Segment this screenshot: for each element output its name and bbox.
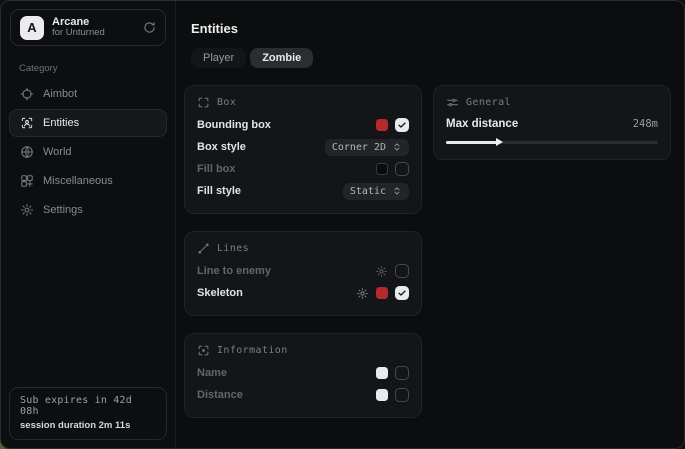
- max-distance-row: Max distance 248m: [446, 114, 658, 134]
- refresh-icon[interactable]: [143, 21, 156, 34]
- main-panel: Entities Player Zombie Box: [176, 1, 685, 448]
- setting-label: Fill style: [197, 185, 241, 197]
- app-logo: A: [20, 16, 44, 40]
- sidebar-item-label: Settings: [43, 204, 83, 216]
- color-swatch[interactable]: [376, 119, 388, 131]
- setting-label: Skeleton: [197, 287, 243, 299]
- sidebar-item-label: Entities: [43, 117, 79, 129]
- bounding-box-checkbox[interactable]: [395, 118, 409, 132]
- sidebar: A Arcane for Unturned Category Aimbot: [1, 1, 176, 448]
- globe-icon: [20, 145, 34, 159]
- setting-row-bounding-box: Bounding box: [197, 114, 409, 136]
- sidebar-item-aimbot[interactable]: Aimbot: [9, 80, 167, 108]
- sidebar-item-miscellaneous[interactable]: Miscellaneous: [9, 167, 167, 195]
- line-settings-gear-icon[interactable]: [375, 265, 388, 278]
- boxes-icon: [20, 174, 34, 188]
- sliders-icon: [446, 96, 459, 109]
- gear-icon: [20, 203, 34, 217]
- app-subtitle: for Unturned: [52, 28, 105, 39]
- dropdown-value: Static: [350, 186, 386, 197]
- setting-row-name: Name: [197, 362, 409, 384]
- max-distance-value: 248m: [633, 118, 658, 130]
- sidebar-nav: Aimbot Entities World: [1, 80, 175, 224]
- sidebar-item-label: Aimbot: [43, 88, 77, 100]
- setting-label: Distance: [197, 389, 243, 401]
- crosshair-icon: [20, 87, 34, 101]
- chevrons-up-down-icon: [392, 186, 402, 196]
- chevrons-up-down-icon: [392, 142, 402, 152]
- app-titles: Arcane for Unturned: [52, 16, 105, 40]
- information-card-header: Information: [197, 344, 409, 357]
- lines-card: Lines Line to enemy: [184, 231, 422, 316]
- setting-label: Bounding box: [197, 119, 271, 131]
- setting-row-fill-style: Fill style Static: [197, 180, 409, 202]
- setting-row-line-to-enemy: Line to enemy: [197, 260, 409, 282]
- box-card: Box Bounding box Box style: [184, 85, 422, 214]
- max-distance-label: Max distance: [446, 118, 518, 130]
- entity-tabs: Player Zombie: [191, 48, 313, 68]
- slider-thumb[interactable]: [496, 138, 503, 146]
- lines-card-title: Lines: [217, 243, 249, 254]
- sidebar-item-settings[interactable]: Settings: [9, 196, 167, 224]
- app-window: A Arcane for Unturned Category Aimbot: [0, 0, 685, 449]
- sidebar-item-entities[interactable]: Entities: [9, 109, 167, 137]
- left-column: Box Bounding box Box style: [184, 85, 422, 418]
- setting-row-distance: Distance: [197, 384, 409, 406]
- box-card-header: Box: [197, 96, 409, 109]
- setting-row-fill-box: Fill box: [197, 158, 409, 180]
- scan-person-icon: [20, 116, 34, 130]
- line-to-enemy-checkbox[interactable]: [395, 264, 409, 278]
- diagonal-line-icon: [197, 242, 210, 255]
- color-swatch[interactable]: [376, 163, 388, 175]
- setting-row-box-style: Box style Corner 2D: [197, 136, 409, 158]
- setting-label: Box style: [197, 141, 246, 153]
- category-label: Category: [19, 63, 175, 74]
- sidebar-item-label: Miscellaneous: [43, 175, 113, 187]
- content-area: Box Bounding box Box style: [184, 85, 671, 418]
- name-checkbox[interactable]: [395, 366, 409, 380]
- slider-fill: [446, 141, 499, 144]
- color-swatch[interactable]: [376, 389, 388, 401]
- session-duration: session duration 2m 11s: [20, 420, 156, 431]
- distance-checkbox[interactable]: [395, 388, 409, 402]
- sidebar-item-label: World: [43, 146, 72, 158]
- max-distance-slider[interactable]: [446, 138, 658, 148]
- general-card-title: General: [466, 97, 511, 108]
- general-card: General Max distance 248m: [433, 85, 671, 160]
- sidebar-item-world[interactable]: World: [9, 138, 167, 166]
- box-card-title: Box: [217, 97, 236, 108]
- fill-style-dropdown[interactable]: Static: [343, 183, 409, 200]
- fill-box-checkbox[interactable]: [395, 162, 409, 176]
- subscription-box: Sub expires in 42d 08h session duration …: [9, 387, 167, 440]
- skeleton-checkbox[interactable]: [395, 286, 409, 300]
- box-scan-icon: [197, 96, 210, 109]
- setting-label: Name: [197, 367, 227, 379]
- information-card: Information Name Distance: [184, 333, 422, 418]
- subscription-expiry: Sub expires in 42d 08h: [20, 395, 156, 417]
- tab-player[interactable]: Player: [191, 48, 246, 68]
- information-card-title: Information: [217, 345, 288, 356]
- right-column: General Max distance 248m: [433, 85, 671, 418]
- setting-label: Fill box: [197, 163, 236, 175]
- setting-row-skeleton: Skeleton: [197, 282, 409, 304]
- color-swatch[interactable]: [376, 367, 388, 379]
- app-header: A Arcane for Unturned: [10, 9, 166, 46]
- dropdown-value: Corner 2D: [332, 142, 386, 153]
- box-style-dropdown[interactable]: Corner 2D: [325, 139, 409, 156]
- setting-label: Line to enemy: [197, 265, 271, 277]
- page-title: Entities: [191, 21, 671, 36]
- skeleton-settings-gear-icon[interactable]: [356, 287, 369, 300]
- lines-card-header: Lines: [197, 242, 409, 255]
- tab-zombie[interactable]: Zombie: [250, 48, 313, 68]
- color-swatch[interactable]: [376, 287, 388, 299]
- general-card-header: General: [446, 96, 658, 109]
- scan-dot-icon: [197, 344, 210, 357]
